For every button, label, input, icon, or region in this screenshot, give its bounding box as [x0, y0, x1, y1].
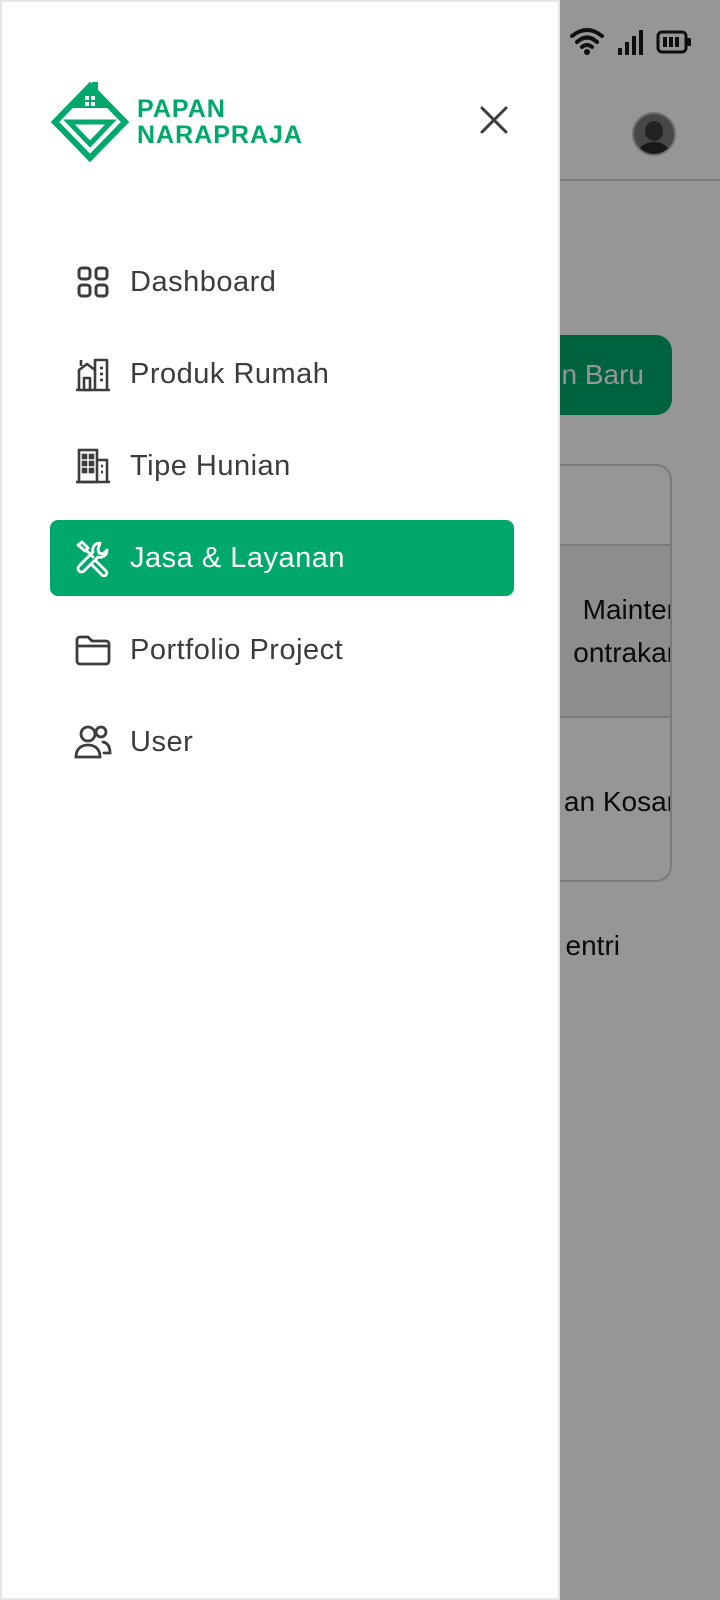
sidebar-menu: Dashboard Produk Rumah Tipe Hunian Jasa …	[50, 244, 514, 796]
sidebar-item-jasa-layanan[interactable]: Jasa & Layanan	[50, 520, 514, 596]
grid-icon	[74, 263, 112, 301]
tools-icon	[74, 539, 112, 577]
close-icon	[480, 106, 508, 134]
sidebar-item-label: Produk Rumah	[130, 357, 330, 390]
brand-name-line1: PAPAN	[137, 95, 226, 123]
users-icon	[74, 723, 112, 761]
building-icon	[74, 447, 112, 485]
sidebar-item-label: Dashboard	[130, 265, 277, 298]
navigation-drawer: PAPAN NARAPRAJA Dashboard Produk Rumah T…	[0, 0, 560, 1600]
close-drawer-button[interactable]	[476, 102, 512, 138]
sidebar-item-user[interactable]: User	[50, 704, 514, 780]
folder-icon	[74, 631, 112, 669]
house-building-icon	[74, 355, 112, 393]
sidebar-item-portfolio-project[interactable]: Portfolio Project	[50, 612, 514, 688]
sidebar-item-produk-rumah[interactable]: Produk Rumah	[50, 336, 514, 412]
sidebar-item-label: Portfolio Project	[130, 633, 344, 666]
sidebar-item-label: Jasa & Layanan	[130, 541, 345, 574]
sidebar-item-label: Tipe Hunian	[130, 449, 291, 482]
house-diamond-icon	[51, 82, 129, 162]
brand-name-line2: NARAPRAJA	[137, 121, 303, 149]
sidebar-item-dashboard[interactable]: Dashboard	[50, 244, 514, 320]
sidebar-item-label: User	[130, 725, 194, 758]
sidebar-item-tipe-hunian[interactable]: Tipe Hunian	[50, 428, 514, 504]
brand-logo: PAPAN NARAPRAJA	[51, 82, 303, 162]
